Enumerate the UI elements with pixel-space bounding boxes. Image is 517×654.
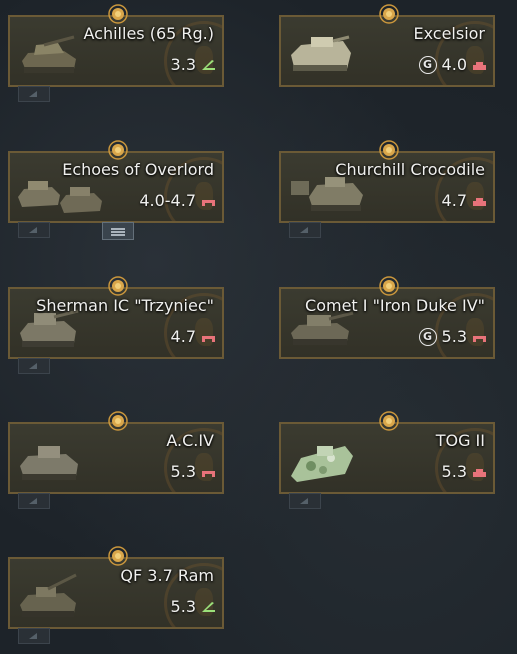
battle-rating: 5.3 — [441, 327, 467, 346]
vehicle-card-tog-ii[interactable]: TOG II 5.3 — [279, 411, 495, 509]
vehicle-card-sherman-ic[interactable]: Sherman IC "Trzyniec" 4.7 — [8, 276, 224, 374]
battle-rating: 4.0-4.7 — [139, 191, 196, 210]
card-body: Echoes of Overlord 4.0-4.7 — [10, 153, 222, 221]
vehicle-slot-tab[interactable] — [289, 493, 321, 509]
vehicle-card-acIV[interactable]: A.C.IV 5.3 — [8, 411, 224, 509]
premium-icon: G — [418, 55, 437, 74]
battle-rating: 4.0 — [441, 55, 467, 74]
medium-tank-icon — [202, 335, 215, 342]
vehicle-card-qf-37-ram[interactable]: QF 3.7 Ram 5.3 — [8, 546, 224, 644]
vehicle-name: Comet I "Iron Duke IV" — [305, 296, 485, 315]
battle-rating-row: 3.3 — [171, 55, 216, 74]
medal-icon — [108, 546, 128, 566]
medium-tank-icon — [202, 199, 215, 206]
vehicle-slot-tab[interactable] — [18, 86, 50, 102]
vehicle-slot-tab[interactable] — [18, 222, 50, 238]
vehicle-card-churchill-crocodile[interactable]: Churchill Crocodile 4.7 — [279, 140, 495, 238]
vehicle-slot-tab[interactable] — [289, 222, 321, 238]
card-body: Comet I "Iron Duke IV" G 5.3 — [281, 289, 493, 357]
heavy-tank-icon — [473, 197, 486, 206]
medal-icon — [379, 4, 399, 24]
battle-rating-row: 4.7 — [171, 327, 216, 346]
card-body: Achilles (65 Rg.) 3.3 — [10, 17, 222, 85]
card-body: Sherman IC "Trzyniec" 4.7 — [10, 289, 222, 357]
battle-rating: 5.3 — [170, 597, 196, 616]
tank-image-icon — [20, 573, 77, 617]
medal-icon — [108, 140, 128, 160]
vehicle-name: QF 3.7 Ram — [120, 566, 214, 585]
vehicle-name: A.C.IV — [166, 431, 214, 450]
heavy-tank-icon — [473, 468, 486, 477]
card-body: Excelsior G 4.0 — [281, 17, 493, 85]
card-body: TOG II 5.3 — [281, 424, 493, 492]
vehicle-name: Excelsior — [413, 24, 485, 43]
vehicle-name: Echoes of Overlord — [62, 160, 214, 179]
card-body: QF 3.7 Ram 5.3 — [10, 559, 222, 627]
battle-rating-row: 5.3 — [442, 462, 487, 481]
vehicle-grid: Achilles (65 Rg.) 3.3 Excelsior G 4.0 Ec… — [0, 0, 517, 654]
battle-rating-row: 5.3 — [171, 462, 216, 481]
vehicle-name: Churchill Crocodile — [335, 160, 485, 179]
medal-icon — [379, 276, 399, 296]
battle-rating-row: G 4.0 — [418, 55, 487, 74]
tank-image-icon — [22, 35, 76, 73]
tank-destroyer-icon — [202, 601, 215, 612]
battle-rating-row: 5.3 — [171, 597, 216, 616]
battle-rating: 5.3 — [170, 462, 196, 481]
battle-rating-row: 4.7 — [442, 191, 487, 210]
medium-tank-icon — [202, 470, 215, 477]
vehicle-card-excelsior[interactable]: Excelsior G 4.0 — [279, 4, 495, 87]
battle-rating-row: G 5.3 — [418, 327, 487, 346]
vehicle-slot-tab[interactable] — [18, 628, 50, 644]
medal-icon — [379, 411, 399, 431]
vehicle-card-echoes-of-overlord[interactable]: Echoes of Overlord 4.0-4.7 — [8, 140, 224, 240]
medal-icon — [379, 140, 399, 160]
premium-icon: G — [418, 327, 437, 346]
medal-icon — [108, 276, 128, 296]
tank-destroyer-icon — [202, 59, 215, 70]
vehicle-card-achilles[interactable]: Achilles (65 Rg.) 3.3 — [8, 4, 224, 102]
medium-tank-icon — [473, 335, 486, 342]
vehicle-name: Achilles (65 Rg.) — [83, 24, 215, 43]
tank-image-icon — [291, 446, 353, 482]
battle-rating: 4.7 — [441, 191, 467, 210]
battle-rating: 3.3 — [170, 55, 196, 74]
medal-icon — [108, 4, 128, 24]
battle-rating-row: 4.0-4.7 — [139, 191, 216, 210]
tank-image-icon — [291, 35, 351, 71]
group-expand-button[interactable] — [102, 222, 134, 240]
heavy-tank-icon — [473, 61, 486, 70]
vehicle-name: TOG II — [435, 431, 485, 450]
medal-icon — [108, 411, 128, 431]
card-body: A.C.IV 5.3 — [10, 424, 222, 492]
vehicle-slot-tab[interactable] — [18, 358, 50, 374]
tank-image-icon — [20, 446, 78, 480]
vehicle-card-comet-iron-duke[interactable]: Comet I "Iron Duke IV" G 5.3 — [279, 276, 495, 359]
battle-rating: 5.3 — [441, 462, 467, 481]
card-body: Churchill Crocodile 4.7 — [281, 153, 493, 221]
vehicle-name: Sherman IC "Trzyniec" — [36, 296, 214, 315]
vehicle-slot-tab[interactable] — [18, 493, 50, 509]
battle-rating: 4.7 — [170, 327, 196, 346]
